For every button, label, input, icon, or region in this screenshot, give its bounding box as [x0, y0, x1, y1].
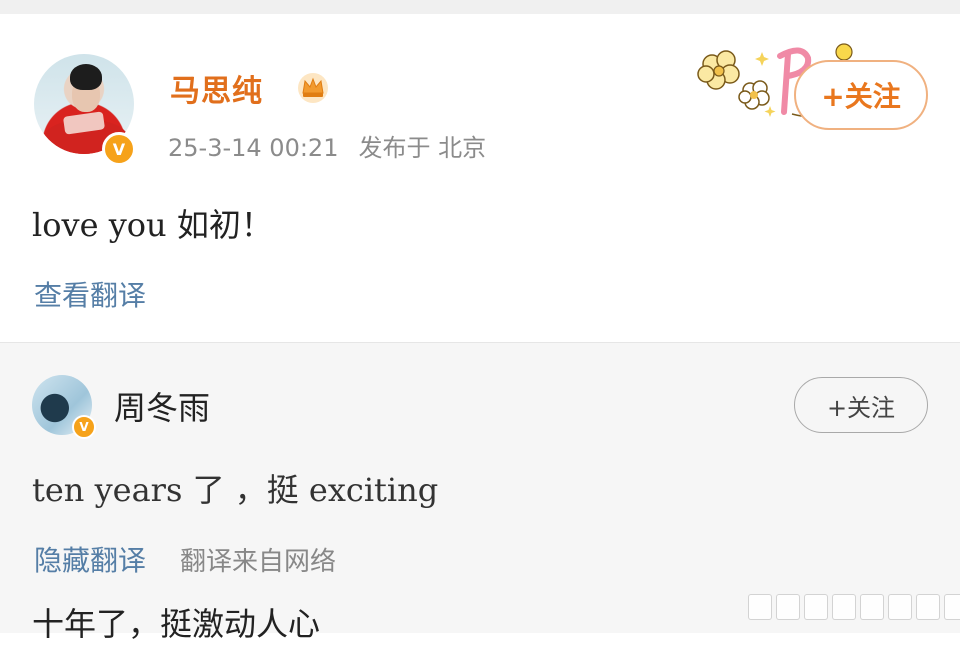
translated-text: 十年了，挺激动人心 — [32, 605, 321, 643]
reply-verified-badge-icon: V — [72, 415, 96, 439]
main-post: V 马思纯 25-3-14 00:21 发布于 北京 +关注 love you 如… — [0, 14, 960, 342]
crown-icon — [298, 73, 328, 103]
watermark — [748, 594, 960, 620]
reply-card: V 周冬雨 +关注 ten years 了 ，挺 exciting 隐藏翻译 翻… — [0, 342, 960, 643]
reply-text: ten years 了 ，挺 exciting — [32, 471, 439, 509]
translation-source: 翻译来自网络 — [180, 547, 337, 577]
watermark-block — [804, 594, 828, 620]
watermark-block — [860, 594, 884, 620]
watermark-block — [748, 594, 772, 620]
verified-badge-icon: V — [102, 132, 136, 166]
post-meta: 25-3-14 00:21 发布于 北京 — [168, 128, 486, 163]
avatar-hair — [70, 64, 102, 90]
follow-button[interactable]: +关注 — [794, 60, 928, 130]
location: 发布于 北京 — [358, 134, 487, 162]
reply-username[interactable]: 周冬雨 — [114, 383, 210, 429]
watermark-block — [916, 594, 940, 620]
username[interactable]: 马思纯 — [170, 66, 263, 110]
top-strip — [0, 0, 960, 14]
watermark-block — [832, 594, 856, 620]
watermark-block — [944, 594, 960, 620]
view-translation-link[interactable]: 查看翻译 — [34, 274, 146, 314]
watermark-block — [888, 594, 912, 620]
reply-follow-button[interactable]: +关注 — [794, 377, 928, 433]
timestamp: 25-3-14 00:21 — [168, 134, 339, 162]
post-text: love you 如初！ — [32, 206, 273, 244]
watermark-block — [776, 594, 800, 620]
hide-translation-link[interactable]: 隐藏翻译 — [34, 539, 146, 579]
